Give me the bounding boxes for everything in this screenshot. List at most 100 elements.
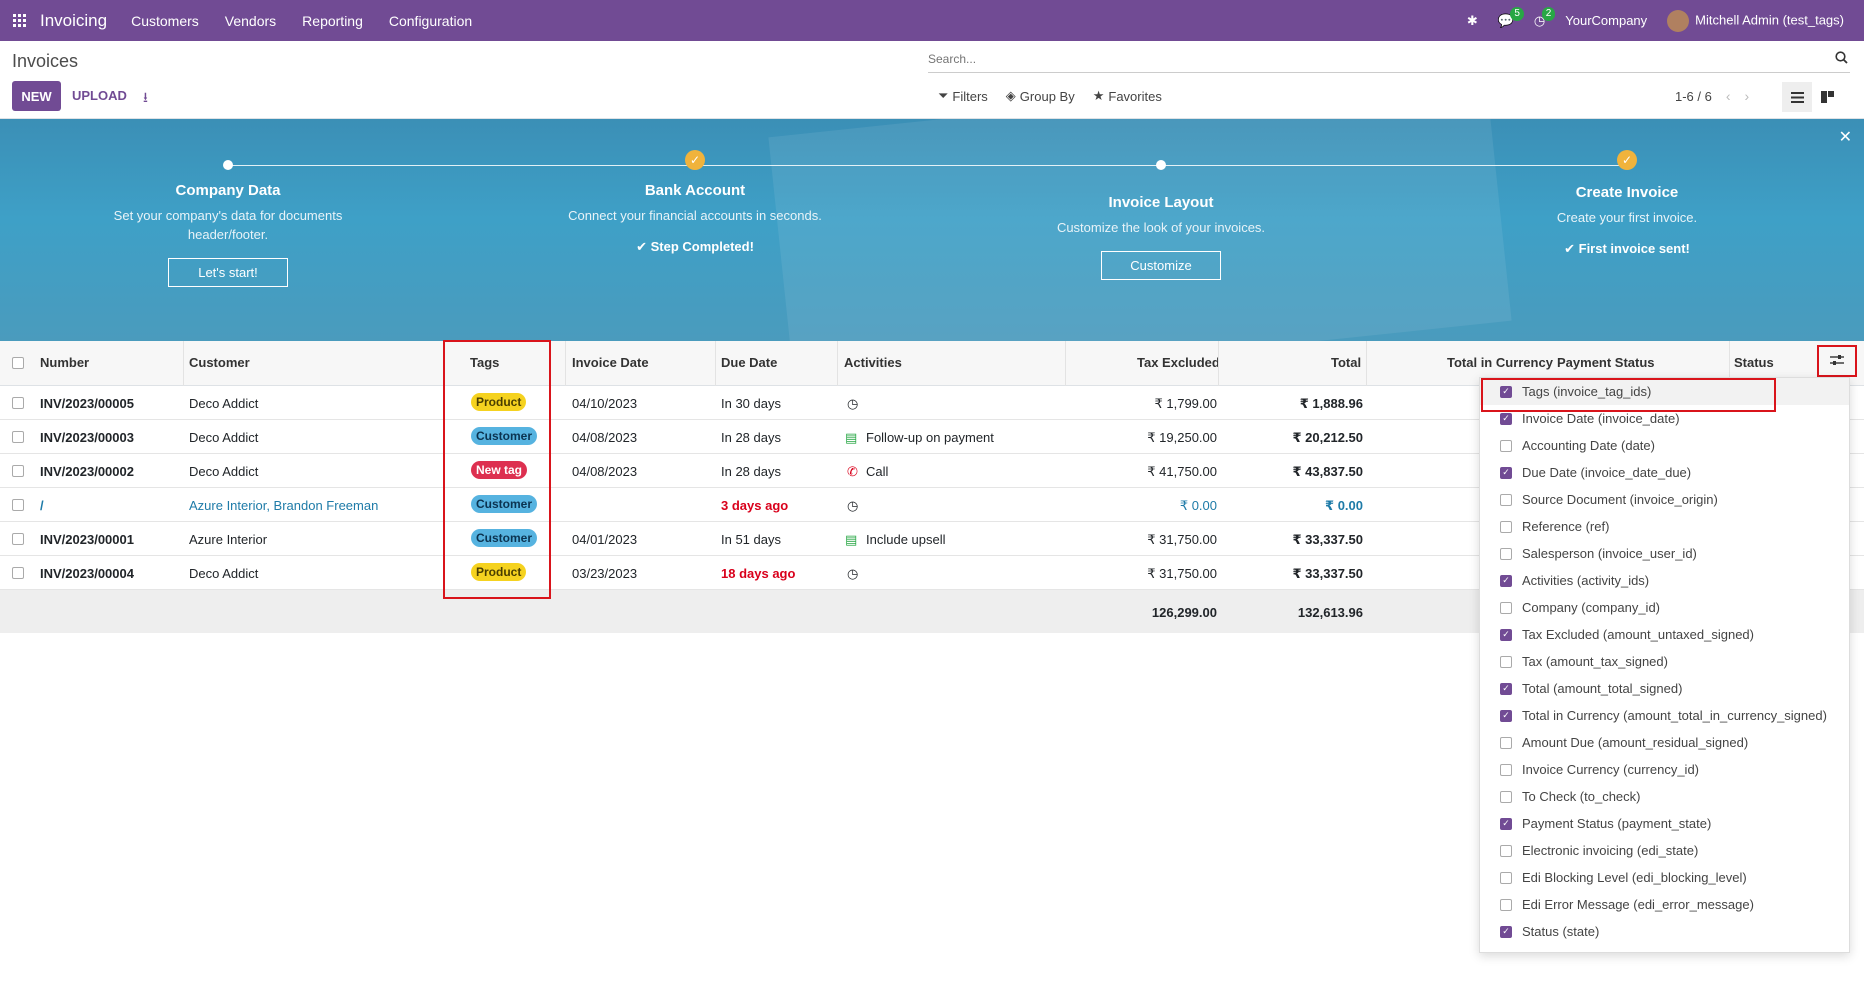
- col-invoice-date[interactable]: Invoice Date: [572, 355, 649, 370]
- column-option[interactable]: ✓ Status (state): [1480, 918, 1849, 945]
- column-option[interactable]: Electronic invoicing (edi_state): [1480, 837, 1849, 864]
- checked-checkbox-icon[interactable]: ✓: [1500, 574, 1512, 587]
- activity-clock-icon[interactable]: ◷: [847, 566, 858, 582]
- customer-name: Azure Interior: [189, 532, 268, 547]
- close-icon[interactable]: ✕: [1839, 127, 1852, 147]
- optional-columns-toggle[interactable]: [1817, 345, 1857, 377]
- menu-vendors[interactable]: Vendors: [225, 13, 276, 29]
- checkbox-icon[interactable]: [1500, 790, 1512, 803]
- column-option[interactable]: ✓ Tax Excluded (amount_untaxed_signed): [1480, 621, 1849, 648]
- user-menu[interactable]: Mitchell Admin (test_tags): [1667, 9, 1844, 32]
- filters-button[interactable]: ⏷ Filters: [938, 88, 988, 104]
- column-option[interactable]: Invoice Currency (currency_id): [1480, 756, 1849, 783]
- phone-icon[interactable]: ✆: [847, 464, 858, 480]
- checkbox-icon[interactable]: [1500, 844, 1512, 857]
- checkbox-icon[interactable]: [1500, 871, 1512, 884]
- groupby-button[interactable]: ◈ Group By: [1006, 88, 1075, 104]
- column-option[interactable]: Edi Error Message (edi_error_message): [1480, 891, 1849, 918]
- pager-prev-icon[interactable]: ‹: [1726, 88, 1731, 104]
- checked-checkbox-icon[interactable]: ✓: [1500, 925, 1512, 938]
- checked-checkbox-icon[interactable]: ✓: [1500, 412, 1512, 425]
- bug-icon[interactable]: ✱: [1467, 13, 1478, 29]
- activities-button[interactable]: ◷ 2: [1534, 6, 1556, 29]
- column-option[interactable]: ✓ Activities (activity_ids): [1480, 567, 1849, 594]
- checkbox-icon[interactable]: [1500, 601, 1512, 614]
- checked-checkbox-icon[interactable]: ✓: [1500, 466, 1512, 479]
- checkbox-icon[interactable]: [1500, 520, 1512, 533]
- checkbox-icon[interactable]: [1500, 655, 1512, 668]
- select-all-checkbox[interactable]: [12, 357, 24, 369]
- company-switcher[interactable]: YourCompany: [1565, 13, 1647, 28]
- row-checkbox[interactable]: [12, 567, 24, 579]
- pager-value[interactable]: 1-6 / 6: [1675, 89, 1712, 104]
- column-option[interactable]: Source Document (invoice_origin): [1480, 486, 1849, 513]
- checked-checkbox-icon[interactable]: ✓: [1500, 817, 1512, 830]
- lets-start-button[interactable]: Let's start!: [168, 258, 288, 287]
- favorites-button[interactable]: ★ Favorites: [1093, 88, 1162, 104]
- column-option[interactable]: To Check (to_check): [1480, 783, 1849, 810]
- row-checkbox[interactable]: [12, 397, 24, 409]
- col-tax-excluded[interactable]: Tax Excluded: [1137, 355, 1220, 370]
- checkbox-icon[interactable]: [1500, 736, 1512, 749]
- upload-button[interactable]: UPLOAD: [72, 88, 127, 103]
- column-option[interactable]: Salesperson (invoice_user_id): [1480, 540, 1849, 567]
- row-checkbox[interactable]: [12, 499, 24, 511]
- checkbox-icon[interactable]: [1500, 547, 1512, 560]
- col-number[interactable]: Number: [40, 355, 89, 370]
- activity-clock-icon[interactable]: ◷: [847, 498, 858, 514]
- row-checkbox[interactable]: [12, 533, 24, 545]
- checked-checkbox-icon[interactable]: ✓: [1500, 682, 1512, 695]
- column-option[interactable]: ✓ Total (amount_total_signed): [1480, 675, 1849, 702]
- checkbox-icon[interactable]: [1500, 493, 1512, 506]
- money-icon[interactable]: ▤: [845, 532, 857, 548]
- onboarding-banner: ✕ Company Data Set your company's data f…: [0, 119, 1864, 341]
- download-icon[interactable]: ⭳: [143, 87, 148, 111]
- apps-menu-icon[interactable]: [0, 0, 40, 41]
- col-total[interactable]: Total: [1331, 355, 1361, 370]
- money-icon[interactable]: ▤: [845, 430, 857, 446]
- messages-button[interactable]: 💬 5: [1498, 6, 1524, 29]
- menu-customers[interactable]: Customers: [131, 13, 199, 29]
- row-checkbox[interactable]: [12, 431, 24, 443]
- new-button[interactable]: NEW: [12, 81, 61, 111]
- col-payment-status[interactable]: Payment Status: [1557, 355, 1655, 370]
- search-icon[interactable]: [1835, 51, 1848, 67]
- app-name[interactable]: Invoicing: [40, 11, 107, 31]
- customer-name: Deco Addict: [189, 566, 259, 581]
- row-checkbox[interactable]: [12, 465, 24, 477]
- column-option[interactable]: Reference (ref): [1480, 513, 1849, 540]
- column-option[interactable]: Company (company_id): [1480, 594, 1849, 621]
- column-option[interactable]: ✓ Total in Currency (amount_total_in_curr…: [1480, 702, 1849, 729]
- invoice-number: INV/2023/00004: [40, 566, 134, 581]
- col-due-date[interactable]: Due Date: [721, 355, 777, 370]
- kanban-view-icon[interactable]: [1812, 82, 1842, 112]
- checked-checkbox-icon[interactable]: ✓: [1500, 709, 1512, 722]
- column-option[interactable]: Tax (amount_tax_signed): [1480, 648, 1849, 675]
- col-customer[interactable]: Customer: [189, 355, 250, 370]
- list-view-icon[interactable]: [1782, 82, 1812, 112]
- column-option-label: Tax (amount_tax_signed): [1522, 654, 1668, 669]
- activity-clock-icon[interactable]: ◷: [847, 396, 858, 412]
- column-option[interactable]: Amount Due (amount_residual_signed): [1480, 729, 1849, 756]
- activity-summary[interactable]: Call: [866, 464, 888, 479]
- column-option[interactable]: ✓ Due Date (invoice_date_due): [1480, 459, 1849, 486]
- checkbox-icon[interactable]: [1500, 763, 1512, 776]
- checkbox-icon[interactable]: [1500, 439, 1512, 452]
- menu-configuration[interactable]: Configuration: [389, 13, 472, 29]
- activity-summary[interactable]: Include upsell: [866, 532, 946, 547]
- menu-reporting[interactable]: Reporting: [302, 13, 363, 29]
- checkbox-icon[interactable]: [1500, 898, 1512, 911]
- step-description: Create your first invoice.: [1556, 210, 1698, 225]
- search-input[interactable]: [928, 47, 1808, 71]
- checked-checkbox-icon[interactable]: ✓: [1500, 628, 1512, 641]
- col-activities[interactable]: Activities: [844, 355, 902, 370]
- column-option[interactable]: Edi Blocking Level (edi_blocking_level): [1480, 864, 1849, 891]
- column-option[interactable]: Accounting Date (date): [1480, 432, 1849, 459]
- col-total-currency[interactable]: Total in Currency: [1447, 355, 1553, 370]
- column-option[interactable]: ✓ Payment Status (payment_state): [1480, 810, 1849, 837]
- pager-next-icon[interactable]: ›: [1745, 88, 1750, 104]
- activity-summary[interactable]: Follow-up on payment: [866, 430, 994, 445]
- customize-button[interactable]: Customize: [1101, 251, 1221, 280]
- col-status[interactable]: Status: [1734, 355, 1774, 370]
- column-option-label: Reference (ref): [1522, 519, 1610, 534]
